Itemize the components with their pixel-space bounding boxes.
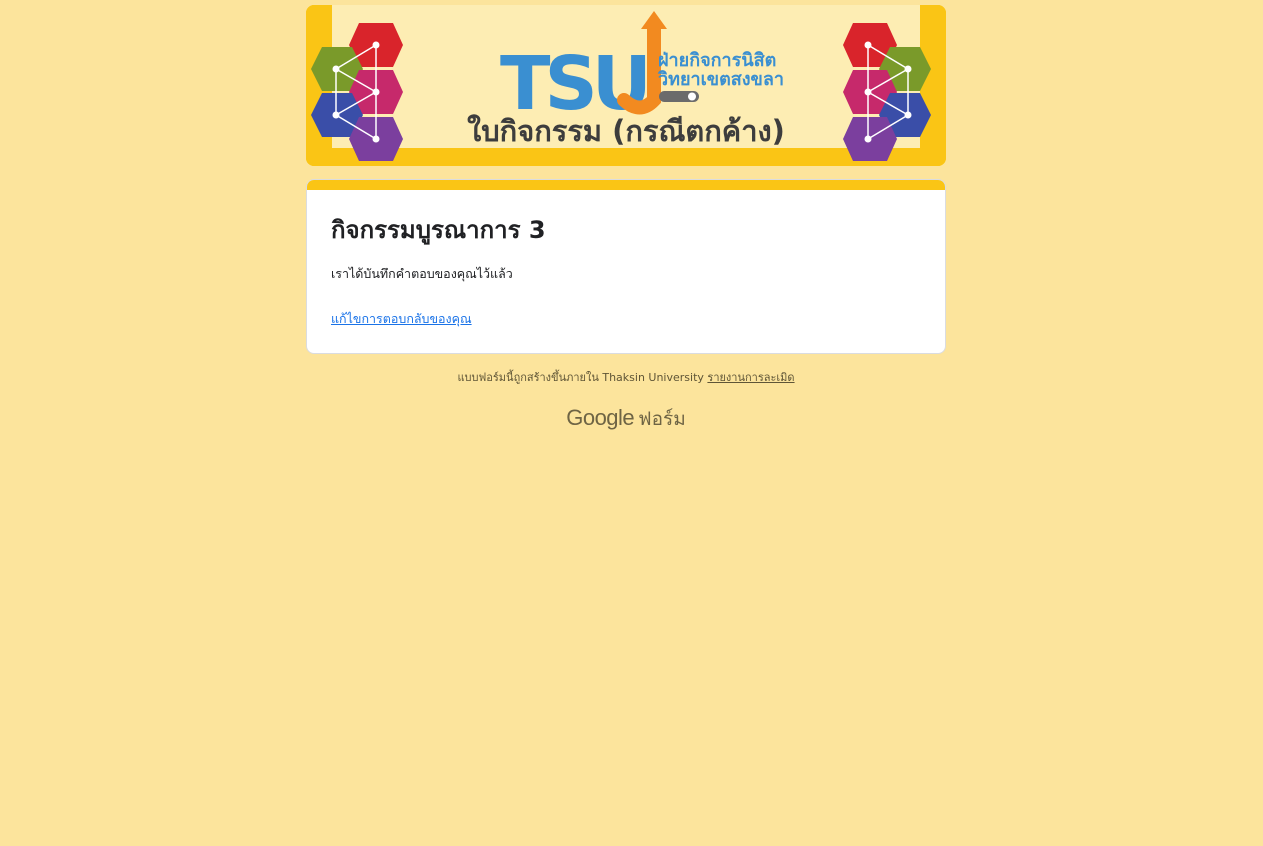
banner-org-line2: วิทยาเขตสงขลา	[657, 69, 784, 90]
footer-notice: แบบฟอร์มนี้ถูกสร้างขึ้นภายใน Thaksin Uni…	[306, 370, 946, 386]
confirmation-message: เราได้บันทึกคำตอบของคุณไว้แล้ว	[331, 266, 513, 281]
banner-caption: ใบกิจกรรม (กรณีตกค้าง)	[467, 114, 785, 148]
confirmation-card: กิจกรรมบูรณาการ 3 เราได้บันทึกคำตอบของคุ…	[306, 179, 946, 354]
form-container: TSU ฝ่ายกิจการนิสิต วิทยาเขตสงขลา ใบกิจก…	[306, 5, 946, 433]
forms-wordmark: ฟอร์ม	[638, 408, 686, 430]
banner-image: TSU ฝ่ายกิจการนิสิต วิทยาเขตสงขลา ใบกิจก…	[306, 5, 946, 166]
card-accent-bar	[307, 180, 945, 190]
header-banner: TSU ฝ่ายกิจการนิสิต วิทยาเขตสงขลา ใบกิจก…	[306, 5, 946, 166]
edit-response-link[interactable]: แก้ไขการตอบกลับของคุณ	[331, 311, 472, 326]
google-wordmark: Google	[566, 405, 635, 430]
form-title: กิจกรรมบูรณาการ 3	[331, 216, 546, 244]
banner-org-line1: ฝ่ายกิจการนิสิต	[658, 50, 776, 71]
report-abuse-link[interactable]: รายงานการละเมิด	[707, 371, 794, 384]
google-forms-logo[interactable]: Google ฟอร์ม	[306, 404, 946, 433]
created-by-text: แบบฟอร์มนี้ถูกสร้างขึ้นภายใน Thaksin Uni…	[457, 371, 704, 384]
